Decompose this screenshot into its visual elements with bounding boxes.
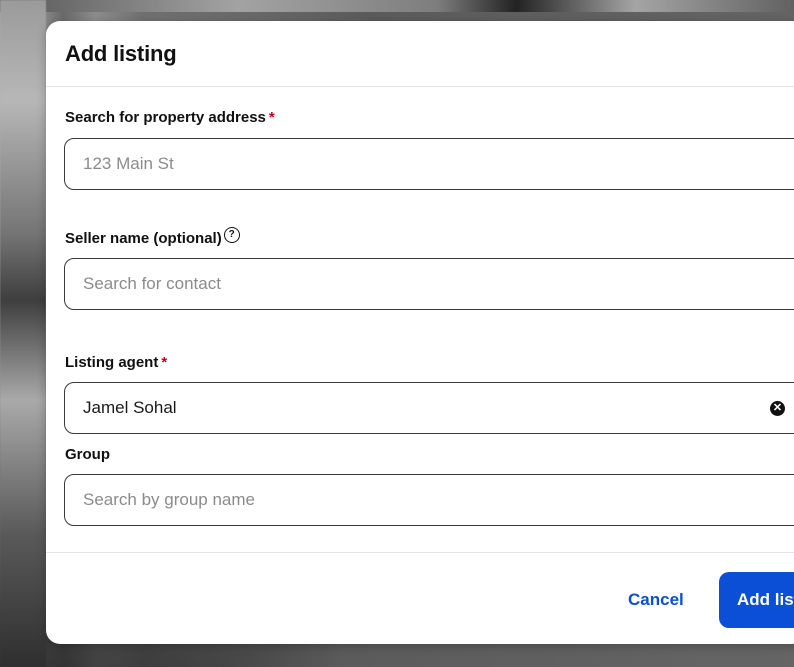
required-marker: * <box>161 354 168 371</box>
required-marker: * <box>268 109 275 126</box>
dialog-footer: Cancel Add listing <box>46 552 794 644</box>
seller-name-input[interactable]: Search for contact <box>64 258 794 310</box>
dialog-title: Add listing <box>65 40 177 66</box>
dialog-header: Add listing <box>46 21 794 87</box>
listing-agent-value: Jamel Sohal <box>83 398 177 417</box>
property-address-placeholder: 123 Main St <box>83 154 174 173</box>
listing-agent-input[interactable]: Jamel Sohal ✕ <box>64 382 794 434</box>
add-listing-button[interactable]: Add listing <box>719 572 794 628</box>
seller-name-label-text: Seller name (optional) <box>65 230 222 247</box>
group-label: Group <box>65 446 110 463</box>
listing-agent-label: Listing agent * <box>65 354 167 371</box>
add-listing-dialog: Add listing Search for property address *… <box>46 21 794 644</box>
x-circle-icon[interactable]: ✕ <box>770 401 785 416</box>
help-icon[interactable]: ? <box>223 227 240 243</box>
cancel-button[interactable]: Cancel <box>628 590 684 610</box>
property-address-input[interactable]: 123 Main St <box>64 138 794 190</box>
property-address-label: Search for property address * <box>65 109 275 126</box>
group-input[interactable]: Search by group name <box>64 474 794 526</box>
listing-agent-label-text: Listing agent <box>65 354 159 371</box>
seller-name-label: Seller name (optional)? <box>65 227 240 247</box>
property-address-label-text: Search for property address <box>65 109 266 126</box>
seller-name-placeholder: Search for contact <box>83 274 221 293</box>
group-placeholder: Search by group name <box>83 490 255 509</box>
group-label-text: Group <box>65 446 110 463</box>
